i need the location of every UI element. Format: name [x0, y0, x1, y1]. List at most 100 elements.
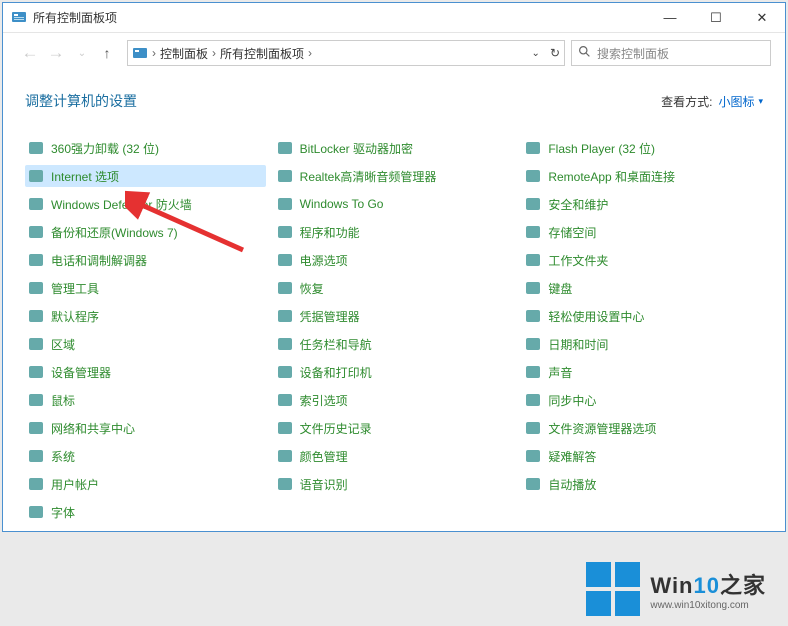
header-row: 调整计算机的设置 查看方式: 小图标 — [25, 91, 763, 111]
keyboard-icon — [524, 279, 542, 297]
cp-item-network-sharing[interactable]: 网络和共享中心 — [25, 417, 266, 439]
cp-item-admin-tools[interactable]: 管理工具 — [25, 277, 266, 299]
cp-item-security-maintenance[interactable]: 安全和维护 — [522, 193, 763, 215]
view-mode-dropdown[interactable]: 小图标 — [718, 93, 763, 110]
cp-item-troubleshooting[interactable]: 疑难解答 — [522, 445, 763, 467]
credential-manager-icon — [276, 307, 294, 325]
cp-item-date-time[interactable]: 日期和时间 — [522, 333, 763, 355]
cp-item-label: 设备和打印机 — [300, 364, 372, 381]
cp-item-label: 网络和共享中心 — [51, 420, 135, 437]
user-accounts-icon — [27, 475, 45, 493]
search-input[interactable]: 搜索控制面板 — [571, 40, 771, 66]
cp-item-file-history[interactable]: 文件历史记录 — [274, 417, 515, 439]
address-bar[interactable]: › 控制面板 › 所有控制面板项 › ⌄ ↻ — [127, 40, 565, 66]
maximize-button[interactable]: ☐ — [693, 3, 739, 32]
cp-item-region[interactable]: 区域 — [25, 333, 266, 355]
navigation-bar: ← → ⌄ ↑ › 控制面板 › 所有控制面板项 › ⌄ ↻ 搜索控制面板 — [3, 33, 785, 73]
cp-item-bitlocker[interactable]: BitLocker 驱动器加密 — [274, 137, 515, 159]
cp-item-sound[interactable]: 声音 — [522, 361, 763, 383]
cp-item-label: 键盘 — [548, 280, 572, 297]
cp-item-label: Realtek高清晰音频管理器 — [300, 168, 437, 185]
cp-item-backup-restore[interactable]: 备份和还原(Windows 7) — [25, 221, 266, 243]
360-uninstall-icon — [27, 139, 45, 157]
ease-of-access-icon — [524, 307, 542, 325]
file-history-icon — [276, 419, 294, 437]
cp-item-label: 360强力卸载 (32 位) — [51, 140, 159, 157]
cp-item-label: 程序和功能 — [300, 224, 360, 241]
nav-forward-button[interactable]: → — [43, 40, 69, 66]
color-management-icon — [276, 447, 294, 465]
internet-options-icon — [27, 167, 45, 185]
network-sharing-icon — [27, 419, 45, 437]
watermark: Win10之家 www.win10xitong.com — [586, 562, 766, 616]
cp-item-flash-player[interactable]: Flash Player (32 位) — [522, 137, 763, 159]
cp-item-devices-printers[interactable]: 设备和打印机 — [274, 361, 515, 383]
cp-item-programs-features[interactable]: 程序和功能 — [274, 221, 515, 243]
system-icon — [27, 447, 45, 465]
cp-item-system[interactable]: 系统 — [25, 445, 266, 467]
cp-item-label: 颜色管理 — [300, 448, 348, 465]
recovery-icon — [276, 279, 294, 297]
cp-item-label: 轻松使用设置中心 — [548, 308, 644, 325]
cp-item-remoteapp[interactable]: RemoteApp 和桌面连接 — [522, 165, 763, 187]
explorer-options-icon — [524, 419, 542, 437]
breadcrumb-separator: › — [308, 46, 312, 60]
minimize-button[interactable]: — — [647, 3, 693, 32]
cp-item-default-programs[interactable]: 默认程序 — [25, 305, 266, 327]
cp-item-fonts[interactable]: 字体 — [25, 501, 266, 523]
cp-item-label: 任务栏和导航 — [300, 336, 372, 353]
cp-item-mouse[interactable]: 鼠标 — [25, 389, 266, 411]
breadcrumb-root[interactable]: 控制面板 — [156, 45, 212, 62]
sound-icon — [524, 363, 542, 381]
cp-item-taskbar-navigation[interactable]: 任务栏和导航 — [274, 333, 515, 355]
search-icon — [578, 45, 591, 61]
cp-item-device-manager[interactable]: 设备管理器 — [25, 361, 266, 383]
nav-back-button[interactable]: ← — [17, 40, 43, 66]
breadcrumb-current[interactable]: 所有控制面板项 — [216, 45, 308, 62]
cp-item-speech-recognition[interactable]: 语音识别 — [274, 473, 515, 495]
flash-player-icon — [524, 139, 542, 157]
cp-item-color-management[interactable]: 颜色管理 — [274, 445, 515, 467]
cp-item-indexing-options[interactable]: 索引选项 — [274, 389, 515, 411]
nav-history-dropdown[interactable]: ⌄ — [69, 40, 95, 66]
bitlocker-icon — [276, 139, 294, 157]
cp-item-label: 备份和还原(Windows 7) — [51, 224, 178, 241]
refresh-button[interactable]: ↻ — [550, 46, 560, 60]
cp-item-label: 存储空间 — [548, 224, 596, 241]
cp-item-explorer-options[interactable]: 文件资源管理器选项 — [522, 417, 763, 439]
address-dropdown-icon[interactable]: ⌄ — [532, 48, 540, 59]
cp-item-label: 同步中心 — [548, 392, 596, 409]
close-button[interactable]: ✕ — [739, 3, 785, 32]
cp-item-storage-spaces[interactable]: 存储空间 — [522, 221, 763, 243]
cp-item-work-folders[interactable]: 工作文件夹 — [522, 249, 763, 271]
region-icon — [27, 335, 45, 353]
cp-item-autoplay[interactable]: 自动播放 — [522, 473, 763, 495]
backup-restore-icon — [27, 223, 45, 241]
cp-item-power-options[interactable]: 电源选项 — [274, 249, 515, 271]
cp-item-keyboard[interactable]: 键盘 — [522, 277, 763, 299]
control-panel-icon — [11, 10, 27, 26]
cp-item-ease-of-access[interactable]: 轻松使用设置中心 — [522, 305, 763, 327]
watermark-text: Win10之家 www.win10xitong.com — [650, 568, 766, 611]
cp-item-label: 凭据管理器 — [300, 308, 360, 325]
cp-item-windows-to-go[interactable]: Windows To Go — [274, 193, 515, 215]
cp-item-label: Windows Defender 防火墙 — [51, 196, 192, 213]
admin-tools-icon — [27, 279, 45, 297]
cp-item-phone-modem[interactable]: 电话和调制解调器 — [25, 249, 266, 271]
cp-item-credential-manager[interactable]: 凭据管理器 — [274, 305, 515, 327]
cp-item-360-uninstall[interactable]: 360强力卸载 (32 位) — [25, 137, 266, 159]
cp-item-realtek-audio[interactable]: Realtek高清晰音频管理器 — [274, 165, 515, 187]
cp-item-label: RemoteApp 和桌面连接 — [548, 168, 675, 185]
cp-item-label: 自动播放 — [548, 476, 596, 493]
cp-item-user-accounts[interactable]: 用户帐户 — [25, 473, 266, 495]
cp-item-internet-options[interactable]: Internet 选项 — [25, 165, 266, 187]
cp-item-sync-center[interactable]: 同步中心 — [522, 389, 763, 411]
autoplay-icon — [524, 475, 542, 493]
cp-item-windows-defender-firewall[interactable]: Windows Defender 防火墙 — [25, 193, 266, 215]
cp-item-recovery[interactable]: 恢复 — [274, 277, 515, 299]
cp-item-label: 用户帐户 — [51, 476, 99, 493]
cp-item-label: Internet 选项 — [51, 168, 119, 185]
nav-up-button[interactable]: ↑ — [97, 40, 117, 66]
sync-center-icon — [524, 391, 542, 409]
cp-item-label: 文件历史记录 — [300, 420, 372, 437]
